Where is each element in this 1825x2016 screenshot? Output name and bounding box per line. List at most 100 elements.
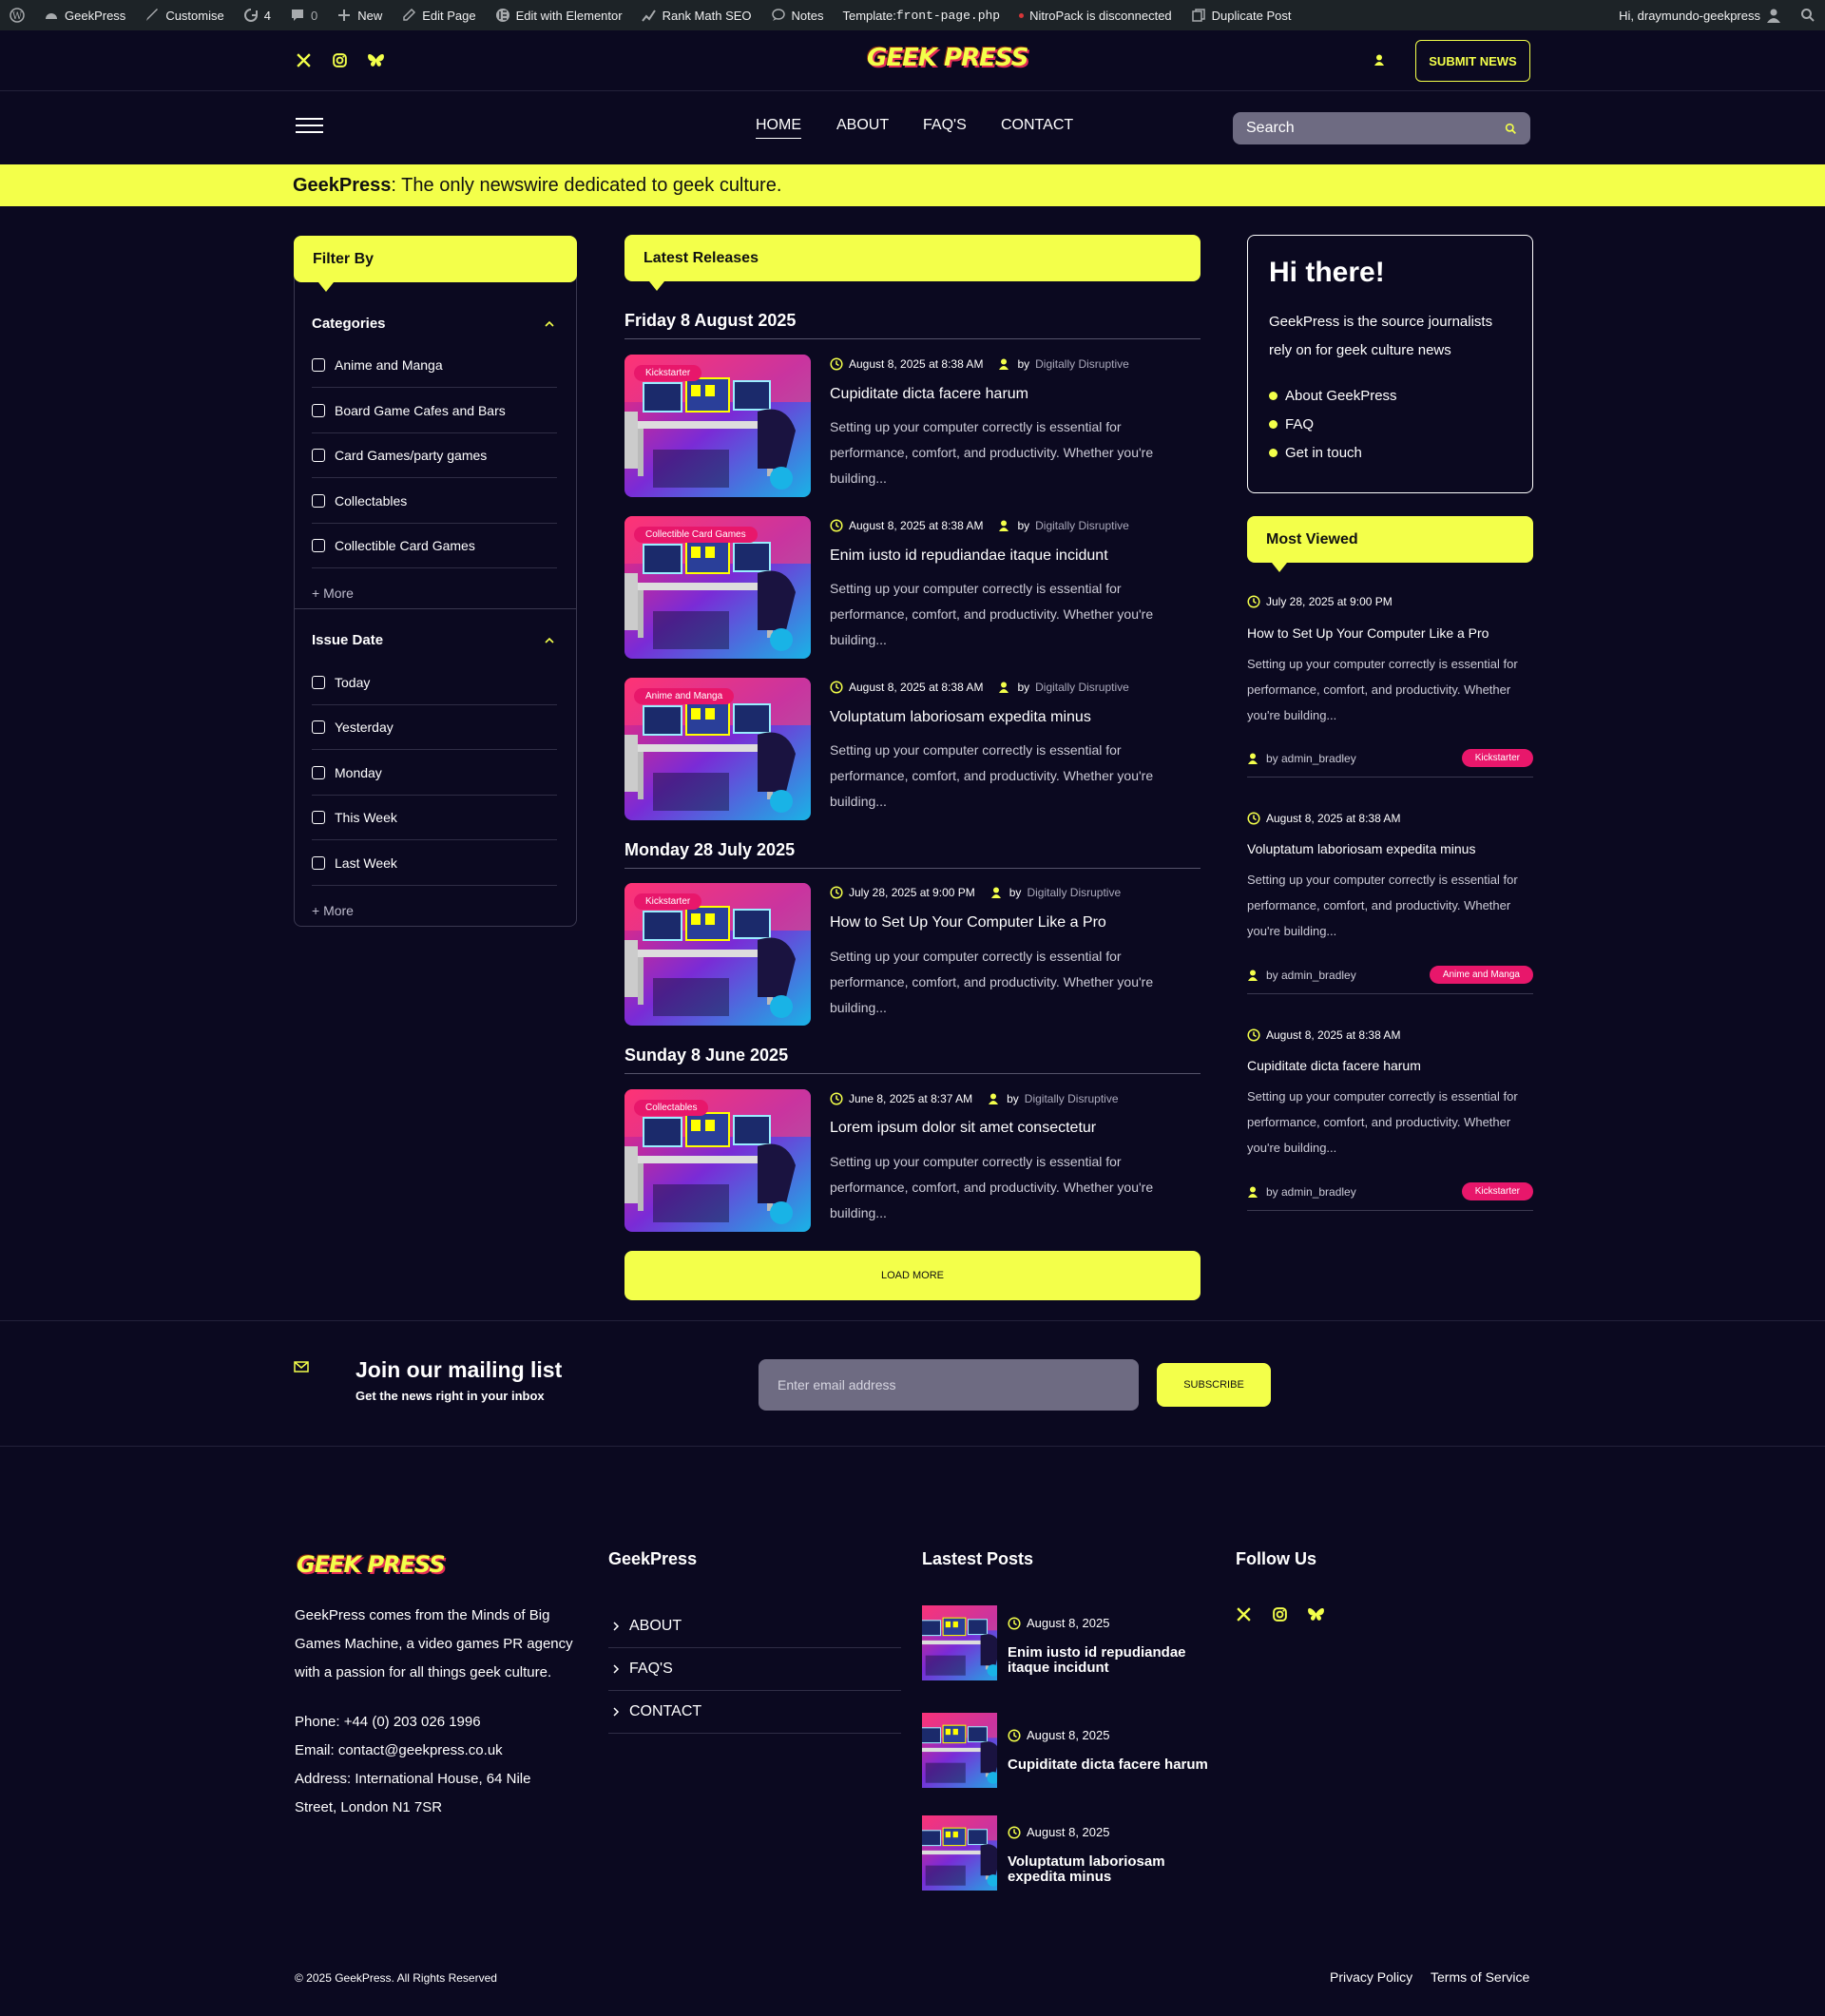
category-badge[interactable]: Kickstarter <box>634 365 702 381</box>
bluesky-icon[interactable] <box>367 52 385 68</box>
bluesky-icon[interactable] <box>1307 1606 1325 1622</box>
mv-date: August 8, 2025 at 8:38 AM <box>1247 812 1400 825</box>
filter-date-monday[interactable]: Monday <box>312 751 557 796</box>
admin-duplicate-link[interactable]: Duplicate Post <box>1181 0 1301 30</box>
checkbox[interactable] <box>312 404 325 417</box>
checkbox[interactable] <box>312 449 325 462</box>
post-title[interactable]: Enim iusto id repudiandae itaque incidun… <box>830 547 1201 565</box>
admin-notes-link[interactable]: Notes <box>761 0 834 30</box>
category-badge[interactable]: Collectible Card Games <box>634 527 758 543</box>
nav-home[interactable]: HOME <box>756 117 801 139</box>
latest-post-title[interactable]: Cupiditate dicta facere harum <box>1008 1757 1226 1773</box>
email-input[interactable]: Enter email address <box>759 1359 1139 1411</box>
latest-post-thumbnail[interactable] <box>922 1605 997 1680</box>
x-icon[interactable] <box>296 52 312 68</box>
latest-post-thumbnail[interactable] <box>922 1713 997 1788</box>
hamburger-menu-icon[interactable] <box>296 117 323 134</box>
post-title[interactable]: How to Set Up Your Computer Like a Pro <box>830 914 1201 931</box>
checkbox[interactable] <box>312 358 325 372</box>
mv-tag[interactable]: Kickstarter <box>1461 749 1533 767</box>
post-title[interactable]: Voluptatum laboriosam expedita minus <box>830 709 1201 726</box>
chevron-up-icon[interactable] <box>545 636 554 645</box>
filter-category-boardgame[interactable]: Board Game Cafes and Bars <box>312 389 557 433</box>
admin-comments-link[interactable]: 0 <box>280 0 327 30</box>
filter-category-cardgames[interactable]: Card Games/party games <box>312 433 557 478</box>
filter-date-yesterday[interactable]: Yesterday <box>312 705 557 750</box>
site-logo[interactable]: GEEK PRESS <box>867 44 1028 72</box>
post-author[interactable]: Digitally Disruptive <box>1025 1092 1119 1105</box>
checkbox[interactable] <box>312 676 325 689</box>
intro-link-contact[interactable]: Get in touch <box>1269 445 1362 461</box>
nav-about[interactable]: ABOUT <box>836 117 889 134</box>
wordpress-logo-icon[interactable]: W <box>0 0 34 30</box>
post-title[interactable]: Lorem ipsum dolor sit amet consectetur <box>830 1120 1201 1137</box>
submit-news-button[interactable]: SUBMIT NEWS <box>1415 40 1530 82</box>
mv-title[interactable]: Cupiditate dicta facere harum <box>1247 1058 1421 1073</box>
instagram-icon[interactable] <box>1272 1606 1288 1622</box>
intro-link-faq[interactable]: FAQ <box>1269 416 1314 432</box>
categories-heading[interactable]: Categories <box>312 316 386 332</box>
category-badge[interactable]: Kickstarter <box>634 893 702 910</box>
admin-edit-page-link[interactable]: Edit Page <box>392 0 485 30</box>
issue-date-heading[interactable]: Issue Date <box>312 632 383 648</box>
filter-category-anime[interactable]: Anime and Manga <box>312 343 557 388</box>
nav-contact[interactable]: CONTACT <box>1001 117 1073 134</box>
nav-faqs[interactable]: FAQ'S <box>923 117 967 134</box>
post-author[interactable]: Digitally Disruptive <box>1035 519 1129 532</box>
mv-date-text: August 8, 2025 at 8:38 AM <box>1266 1028 1401 1042</box>
admin-account-link[interactable]: Hi, draymundo-geekpress <box>1609 0 1791 30</box>
categories-more-link[interactable]: + More <box>312 586 354 601</box>
filter-date-today[interactable]: Today <box>312 661 557 705</box>
mv-tag[interactable]: Kickstarter <box>1461 1182 1533 1200</box>
post-title[interactable]: Cupiditate dicta facere harum <box>830 386 1201 403</box>
filter-date-last-week[interactable]: Last Week <box>312 841 557 886</box>
admin-updates-link[interactable]: 4 <box>234 0 280 30</box>
checkbox[interactable] <box>312 766 325 779</box>
checkbox[interactable] <box>312 539 325 552</box>
admin-nitropack-link[interactable]: NitroPack is disconnected <box>1009 0 1181 30</box>
user-icon[interactable] <box>1374 54 1384 66</box>
category-badge[interactable]: Anime and Manga <box>634 688 735 704</box>
admin-rankmath-link[interactable]: Rank Math SEO <box>632 0 761 30</box>
search-input[interactable]: Search <box>1233 112 1530 144</box>
dates-more-link[interactable]: + More <box>312 903 354 918</box>
mv-title[interactable]: How to Set Up Your Computer Like a Pro <box>1247 625 1489 641</box>
filter-category-ccg[interactable]: Collectible Card Games <box>312 524 557 568</box>
footer-link-faqs[interactable]: FAQ'S <box>608 1648 901 1691</box>
filter-label: Monday <box>335 765 382 780</box>
mv-tag[interactable]: Anime and Manga <box>1429 966 1533 984</box>
footer-link-contact[interactable]: CONTACT <box>608 1691 901 1734</box>
load-more-button[interactable]: LOAD MORE <box>624 1251 1201 1300</box>
latest-post-title[interactable]: Voluptatum laboriosam expedita minus <box>1008 1854 1226 1885</box>
intro-link-about[interactable]: About GeekPress <box>1269 388 1397 404</box>
admin-comments-count: 0 <box>310 8 318 23</box>
checkbox[interactable] <box>312 811 325 824</box>
admin-site-link[interactable]: GeekPress <box>34 0 135 30</box>
x-icon[interactable] <box>1236 1606 1252 1622</box>
search-icon[interactable] <box>1505 123 1517 135</box>
terms-link[interactable]: Terms of Service <box>1431 1969 1529 1985</box>
checkbox[interactable] <box>312 494 325 508</box>
mv-date-text: August 8, 2025 at 8:38 AM <box>1266 812 1401 825</box>
checkbox[interactable] <box>312 720 325 734</box>
post-author[interactable]: Digitally Disruptive <box>1035 357 1129 371</box>
subscribe-button[interactable]: SUBSCRIBE <box>1157 1363 1271 1407</box>
instagram-icon[interactable] <box>332 52 348 68</box>
checkbox[interactable] <box>312 856 325 870</box>
post-author[interactable]: Digitally Disruptive <box>1035 681 1129 694</box>
filter-date-this-week[interactable]: This Week <box>312 796 557 840</box>
post-author[interactable]: Digitally Disruptive <box>1027 886 1121 899</box>
footer-link-about[interactable]: ABOUT <box>608 1605 901 1648</box>
chevron-up-icon[interactable] <box>545 319 554 329</box>
latest-post-title[interactable]: Enim iusto id repudiandae itaque incidun… <box>1008 1645 1226 1676</box>
privacy-policy-link[interactable]: Privacy Policy <box>1330 1969 1412 1985</box>
filter-category-collectables[interactable]: Collectables <box>312 479 557 524</box>
admin-new-link[interactable]: New <box>327 0 392 30</box>
category-badge[interactable]: Collectables <box>634 1100 709 1116</box>
mv-title[interactable]: Voluptatum laboriosam expedita minus <box>1247 841 1475 856</box>
admin-search-button[interactable] <box>1791 0 1825 30</box>
admin-elementor-link[interactable]: Edit with Elementor <box>486 0 632 30</box>
admin-customise-link[interactable]: Customise <box>135 0 233 30</box>
latest-post-thumbnail[interactable] <box>922 1815 997 1891</box>
footer-logo[interactable]: GEEK PRESS <box>297 1551 446 1578</box>
